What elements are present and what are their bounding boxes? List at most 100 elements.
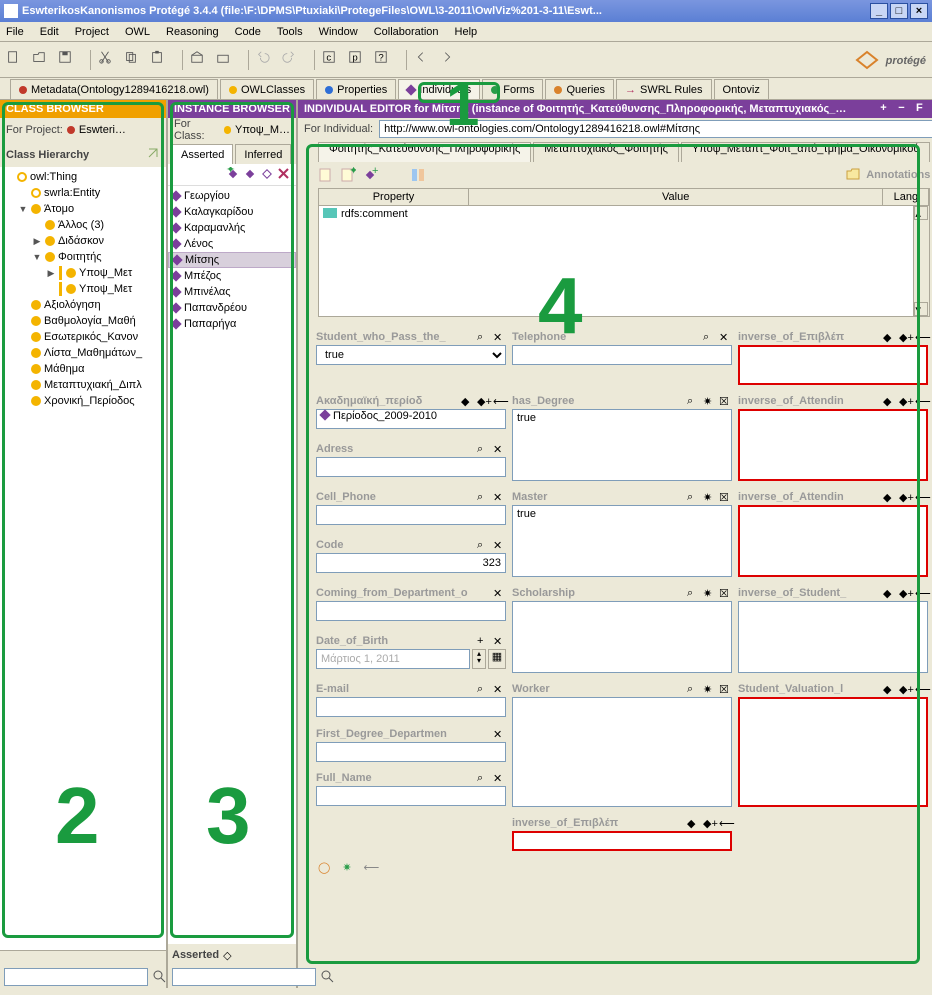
bug-icon[interactable]: ✷ — [703, 683, 716, 696]
paste-icon[interactable] — [150, 50, 170, 70]
tree-node[interactable]: Μεταπτυχιακή_Διπλ — [4, 377, 162, 393]
tab-owlclasses[interactable]: OWLClasses — [220, 79, 314, 99]
tree-node[interactable]: ▶Υποψ_Μετ — [4, 265, 162, 281]
tree-node[interactable]: Χρονική_Περίοδος — [4, 393, 162, 409]
tab-forms[interactable]: Forms — [482, 79, 543, 99]
search-icon[interactable]: ⌕ — [687, 395, 700, 408]
tab-ontoviz[interactable]: Ontoviz — [714, 79, 769, 99]
tree-toolbar-icon[interactable] — [146, 146, 160, 163]
add2-icon[interactable]: ◆+ — [899, 331, 912, 344]
instance-row[interactable]: Μπινέλας — [168, 284, 296, 300]
type-tab-3[interactable]: Υποψ_Μεταπτ_Φοιτ_από_τμήμα_Οικονομικού — [681, 142, 931, 162]
delete-icon[interactable]: ✕ — [719, 331, 732, 344]
add-icon[interactable]: ◆ — [461, 395, 474, 408]
menu-owl[interactable]: OWL — [125, 26, 150, 38]
menu-reasoning[interactable]: Reasoning — [166, 26, 219, 38]
menu-tools[interactable]: Tools — [277, 26, 303, 38]
inv-epivl1-box[interactable] — [738, 345, 928, 385]
add-icon[interactable]: ◆ — [687, 817, 700, 830]
remove-icon[interactable]: ⟵ — [719, 817, 732, 830]
ann-row-value[interactable] — [469, 206, 913, 316]
ann-scrollbar[interactable]: ▴ ▾ — [913, 206, 929, 316]
bug-icon[interactable]: ✷ — [703, 587, 716, 600]
delete-icon[interactable]: ✕ — [493, 772, 506, 785]
remove-icon[interactable]: ⟵ — [915, 331, 928, 344]
add-icon[interactable]: ◆ — [883, 491, 896, 504]
tree-node[interactable]: owl:Thing — [4, 169, 162, 185]
worker-box[interactable] — [512, 697, 732, 807]
tree-node[interactable]: ▼Άτομο — [4, 201, 162, 217]
add2-icon[interactable]: ◆+ — [899, 683, 912, 696]
delete-icon[interactable]: ✕ — [493, 539, 506, 552]
calendar-icon[interactable]: ▦ — [488, 649, 506, 669]
new-note-icon[interactable]: ✦ — [340, 167, 356, 183]
nav-fwd-icon[interactable] — [440, 50, 460, 70]
inv-epivl2-box[interactable] — [512, 831, 732, 851]
remove-icon[interactable]: ⟵ — [493, 395, 506, 408]
restrictions-icon[interactable] — [410, 167, 426, 183]
tree-node[interactable]: Εσωτερικός_Κανον — [4, 329, 162, 345]
tree-node[interactable]: Βαθμολογία_Μαθή — [4, 313, 162, 329]
editor-add-button[interactable]: + — [876, 102, 890, 116]
menu-collaboration[interactable]: Collaboration — [374, 26, 439, 38]
delete-icon[interactable]: ✕ — [493, 491, 506, 504]
add2-icon[interactable]: ◆+ — [703, 817, 716, 830]
minimize-button[interactable]: _ — [870, 3, 888, 19]
nav-back-icon[interactable] — [414, 50, 434, 70]
delete-icon[interactable]: ✕ — [493, 683, 506, 696]
undo-icon[interactable] — [256, 50, 276, 70]
has-degree-box[interactable]: true — [512, 409, 732, 481]
class-tree[interactable]: owl:Thingswrla:Entity▼ΆτομοΆλλος (3)▶Διδ… — [0, 167, 166, 950]
search-icon[interactable] — [152, 969, 166, 986]
student-pass-select[interactable]: true — [316, 345, 506, 365]
horizontal-scrollbar[interactable] — [0, 951, 166, 966]
bug-icon[interactable]: ✷ — [703, 395, 716, 408]
search-icon[interactable]: ⌕ — [687, 587, 700, 600]
scholarship-box[interactable] — [512, 601, 732, 673]
tab-swrl[interactable]: →SWRL Rules — [616, 79, 712, 99]
add-icon[interactable]: ◆ — [883, 331, 896, 344]
box-c-icon[interactable]: c — [322, 50, 342, 70]
delete-icon[interactable]: ✕ — [493, 635, 506, 648]
add-icon[interactable]: + — [477, 635, 490, 648]
archive-icon[interactable] — [190, 50, 210, 70]
menu-help[interactable]: Help — [455, 26, 478, 38]
delete-icon[interactable]: ✕ — [493, 443, 506, 456]
tree-node[interactable]: swrla:Entity — [4, 185, 162, 201]
akad-period-box[interactable]: Περίοδος_2009-2010 — [316, 409, 506, 429]
tab-inferred[interactable]: Inferred — [235, 144, 291, 164]
tree-node[interactable]: Υποψ_Μετ — [4, 281, 162, 297]
cell-phone-input[interactable] — [316, 505, 506, 525]
search-icon[interactable]: ⌕ — [687, 683, 700, 696]
inv-attend2-box[interactable] — [738, 505, 928, 577]
instance-row[interactable]: Μπέζος — [168, 268, 296, 284]
new-icon[interactable] — [6, 50, 26, 70]
add-type-icon[interactable]: + — [362, 167, 378, 183]
bottom-back-icon[interactable]: ⟵ — [364, 861, 380, 874]
search-icon[interactable]: ⌕ — [477, 539, 490, 552]
add2-icon[interactable]: ◆+ — [899, 491, 912, 504]
delete-icon[interactable]: ☒ — [719, 491, 732, 504]
remove-icon[interactable]: ⟵ — [915, 587, 928, 600]
inv-student-box[interactable] — [738, 601, 928, 673]
individual-uri-input[interactable] — [379, 120, 932, 138]
tab-individuals[interactable]: Individuals — [398, 79, 480, 99]
box-t-icon[interactable]: ? — [374, 50, 394, 70]
dob-stepper[interactable]: ▴▾ — [472, 649, 486, 669]
type-tab-2[interactable]: Μεταπτυχιακός_Φοιτητής — [533, 142, 679, 162]
search-icon[interactable]: ⌕ — [687, 491, 700, 504]
search-icon[interactable]: ⌕ — [477, 772, 490, 785]
tree-node[interactable]: Λίστα_Μαθημάτων_ — [4, 345, 162, 361]
student-val-box[interactable] — [738, 697, 928, 807]
editor-f-button[interactable]: F — [912, 102, 926, 116]
search-icon[interactable]: ⌕ — [477, 683, 490, 696]
tree-node[interactable]: ▼Φοιτητής — [4, 249, 162, 265]
add-icon[interactable]: ◆ — [883, 395, 896, 408]
search-icon[interactable]: ⌕ — [703, 331, 716, 344]
instance-row[interactable]: Παπαρήγα — [168, 316, 296, 332]
box-p-icon[interactable]: p — [348, 50, 368, 70]
inv-attend1-box[interactable] — [738, 409, 928, 481]
remove-icon[interactable]: ⟵ — [915, 395, 928, 408]
instance-row[interactable]: Γεωργίου — [168, 188, 296, 204]
instance-row[interactable]: Παπανδρέου — [168, 300, 296, 316]
